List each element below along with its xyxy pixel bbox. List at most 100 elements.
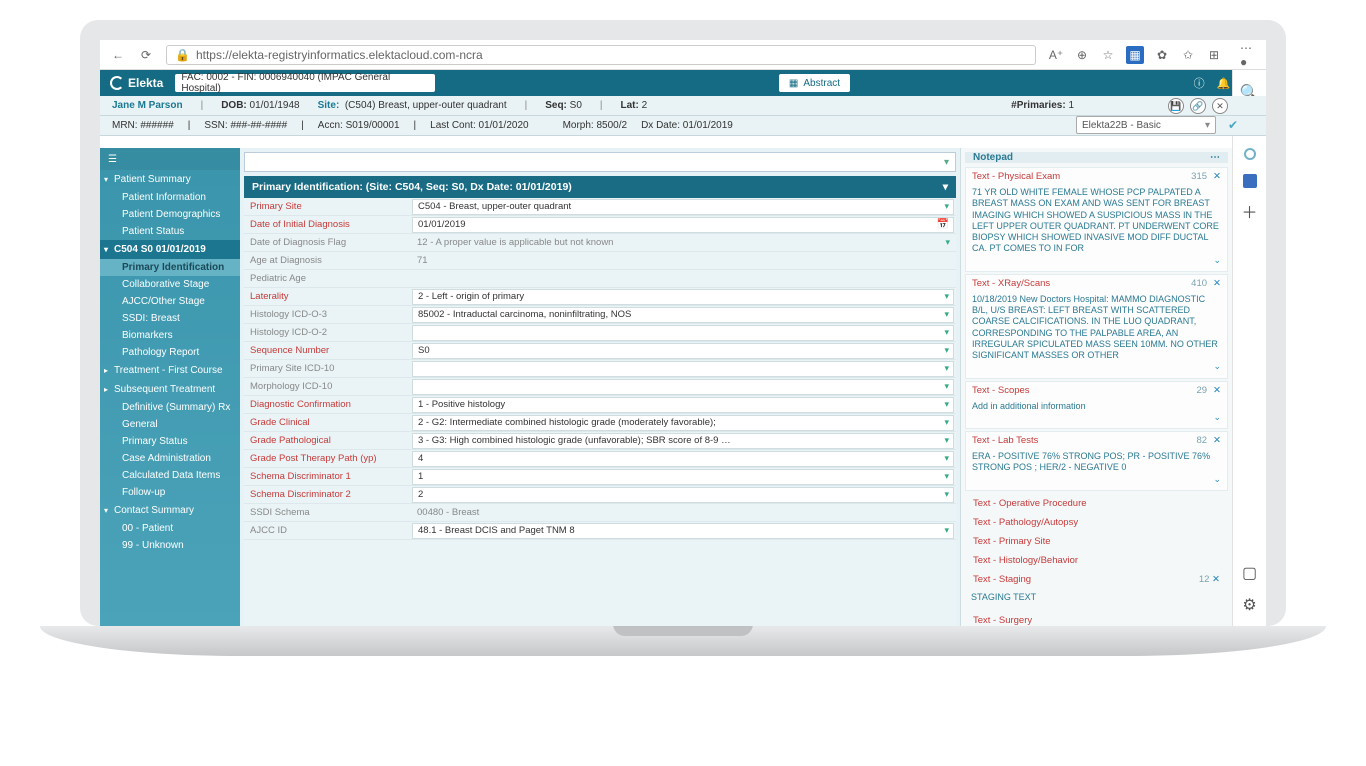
sidebar-item[interactable]: Case Administration — [100, 450, 240, 467]
field-value[interactable]: S0▾ — [412, 343, 954, 359]
field-label: Grade Post Therapy Path (yp) — [244, 453, 412, 464]
url-bar[interactable]: 🔒 https://elekta-registryinformatics.ele… — [166, 45, 1036, 65]
apps-icon[interactable]: ▦ — [1126, 46, 1144, 64]
sidebar-item[interactable]: Calculated Data Items — [100, 467, 240, 484]
notepad-link[interactable]: Text - Primary Site — [965, 533, 1228, 550]
back-icon[interactable]: ← — [110, 47, 126, 63]
chevron-down-icon[interactable]: ▾ — [944, 345, 949, 356]
more-icon[interactable]: ⋯● — [1240, 47, 1256, 63]
sidebar-item-primary-id[interactable]: Primary Identification — [100, 259, 240, 276]
help-icon[interactable]: ⓘ — [1194, 75, 1205, 91]
field-value[interactable]: 01/01/2019📅 — [412, 217, 954, 233]
field-value[interactable]: 2 - G2: Intermediate combined histologic… — [412, 415, 954, 431]
expand-icon[interactable]: ⌄ — [972, 255, 1221, 266]
section-header[interactable]: Primary Identification: (Site: C504, Seq… — [244, 176, 956, 198]
chevron-down-icon[interactable]: ▾ — [944, 471, 949, 482]
field-value[interactable]: ▾ — [412, 379, 954, 395]
sidebar-item[interactable]: Definitive (Summary) Rx — [100, 399, 240, 416]
sidebar-patient-summary[interactable]: Patient Summary — [100, 170, 240, 189]
sidebar-item[interactable]: SSDI: Breast — [100, 310, 240, 327]
chevron-down-icon[interactable]: ▾ — [944, 291, 949, 302]
favorite-icon[interactable]: ☆ — [1100, 47, 1116, 63]
text-size-icon[interactable]: A⁺ — [1048, 47, 1064, 63]
sidebar-toggle[interactable]: ☰ — [100, 148, 240, 170]
schema-select[interactable]: Elekta22B - Basic — [1076, 116, 1216, 134]
sidebar-item[interactable]: Follow-up — [100, 484, 240, 501]
sidebar-item[interactable]: Biomarkers — [100, 327, 240, 344]
zoom-icon[interactable]: ⊕ — [1074, 47, 1090, 63]
field-value[interactable]: ▾ — [412, 361, 954, 377]
chevron-down-icon[interactable]: ▾ — [945, 237, 950, 248]
chevron-down-icon[interactable]: ▾ — [944, 327, 949, 338]
calendar-icon[interactable]: 📅 — [937, 219, 949, 230]
notepad-link[interactable]: Text - Operative Procedure — [965, 495, 1228, 512]
sidebar-contact[interactable]: Contact Summary — [100, 501, 240, 520]
chevron-down-icon[interactable]: ▾ — [944, 399, 949, 410]
field-value[interactable]: 85002 - Intraductal carcinoma, noninfilt… — [412, 307, 954, 323]
close-icon[interactable]: ✕ — [1212, 574, 1220, 585]
field-value[interactable]: 3 - G3: High combined histologic grade (… — [412, 433, 954, 449]
extension-icon[interactable]: ✿ — [1154, 47, 1170, 63]
sidebar-item[interactable]: 00 - Patient — [100, 520, 240, 537]
close-icon[interactable]: ✕ — [1213, 278, 1221, 289]
add-tool-icon[interactable]: ＋ — [1241, 202, 1259, 220]
outlook-icon[interactable] — [1243, 174, 1257, 188]
link-icon[interactable]: 🔗 — [1190, 98, 1206, 114]
close-icon[interactable]: ✕ — [1213, 435, 1221, 446]
chevron-down-icon[interactable]: ▾ — [944, 309, 949, 320]
sidebar-item[interactable]: Primary Status — [100, 433, 240, 450]
field-value[interactable]: 2 - Left - origin of primary▾ — [412, 289, 954, 305]
expand-icon[interactable]: ⌄ — [972, 474, 1221, 485]
settings-icon[interactable]: ⚙ — [1241, 596, 1259, 614]
form-row: Morphology ICD-10▾ — [244, 378, 956, 396]
bell-icon[interactable]: 🔔 — [1217, 77, 1231, 90]
expand-icon[interactable]: ⌄ — [972, 412, 1221, 423]
sidebar-item[interactable]: Collaborative Stage — [100, 276, 240, 293]
chevron-down-icon[interactable]: ▾ — [944, 201, 949, 212]
sidebar-subsequent[interactable]: Subsequent Treatment — [100, 380, 240, 399]
notepad-link[interactable]: Text - Pathology/Autopsy — [965, 514, 1228, 531]
favorites-bar-icon[interactable]: ✩ — [1180, 47, 1196, 63]
sidebar-item[interactable]: Pathology Report — [100, 344, 240, 361]
field-value[interactable]: C504 - Breast, upper-outer quadrant▾ — [412, 199, 954, 215]
chevron-down-icon[interactable]: ▾ — [944, 453, 949, 464]
chevron-down-icon[interactable]: ▾ — [944, 381, 949, 392]
section-strip[interactable]: ▾ — [244, 152, 956, 172]
panel-icon[interactable]: ▢ — [1241, 564, 1259, 582]
field-value[interactable]: 4▾ — [412, 451, 954, 467]
field-value[interactable]: 48.1 - Breast DCIS and Paget TNM 8▾ — [412, 523, 954, 539]
sidebar-item[interactable]: Patient Status — [100, 223, 240, 240]
collections-icon[interactable]: ⊞ — [1206, 47, 1222, 63]
notepad-link[interactable]: Text - Staging12 ✕ — [965, 571, 1228, 588]
notepad-link[interactable]: Text - Histology/Behavior — [965, 552, 1228, 569]
field-label: Diagnostic Confirmation — [244, 399, 412, 410]
notepad-menu-icon[interactable]: ⋯ — [1210, 152, 1220, 163]
close-icon[interactable]: ✕ — [1213, 385, 1221, 396]
check-icon[interactable]: ✔ — [1228, 118, 1238, 132]
sidebar-item[interactable]: 99 - Unknown — [100, 537, 240, 554]
field-value[interactable]: 1▾ — [412, 469, 954, 485]
refresh-icon[interactable]: ⟳ — [138, 47, 154, 63]
field-value[interactable]: 2▾ — [412, 487, 954, 503]
sidebar-case[interactable]: C504 S0 01/01/2019 — [100, 240, 240, 259]
chevron-down-icon[interactable]: ▾ — [944, 363, 949, 374]
notepad-link[interactable]: Text - Surgery — [965, 612, 1228, 626]
chevron-down-icon[interactable]: ▾ — [944, 435, 949, 446]
chevron-down-icon[interactable]: ▾ — [944, 417, 949, 428]
chevron-down-icon[interactable]: ▾ — [944, 525, 949, 536]
expand-icon[interactable]: ⌄ — [972, 361, 1221, 372]
circle-icon[interactable] — [1244, 148, 1256, 160]
sidebar-item[interactable]: Patient Information — [100, 189, 240, 206]
sidebar-item[interactable]: AJCC/Other Stage — [100, 293, 240, 310]
abstract-button[interactable]: ▦ Abstract — [779, 74, 850, 92]
close-icon[interactable]: ✕ — [1212, 98, 1228, 114]
save-icon[interactable]: 💾 — [1168, 98, 1184, 114]
chevron-down-icon[interactable]: ▾ — [944, 489, 949, 500]
facility-box[interactable]: FAC: 0002 - FIN: 0006940040 (IMPAC Gener… — [175, 74, 435, 92]
sidebar-item[interactable]: Patient Demographics — [100, 206, 240, 223]
field-value[interactable]: 1 - Positive histology▾ — [412, 397, 954, 413]
sidebar-treatment[interactable]: Treatment - First Course — [100, 361, 240, 380]
close-icon[interactable]: ✕ — [1213, 171, 1221, 182]
sidebar-item[interactable]: General — [100, 416, 240, 433]
field-value[interactable]: ▾ — [412, 325, 954, 341]
